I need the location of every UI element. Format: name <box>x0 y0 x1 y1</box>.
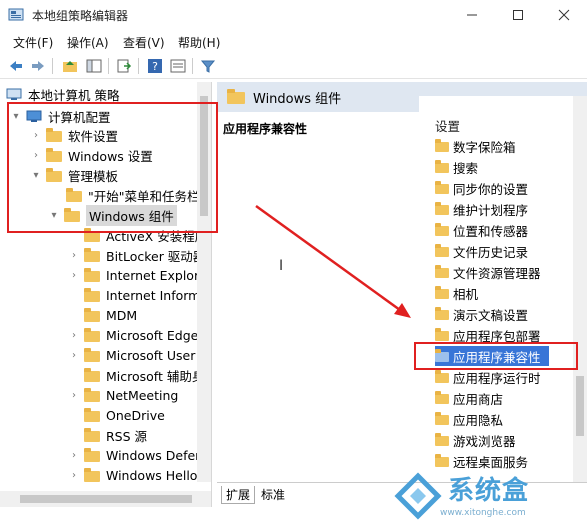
annotation-arrow <box>255 204 411 318</box>
watermark-emblem-icon <box>394 472 442 520</box>
watermark-logo: 系统盒 www.xitonghe.com <box>392 468 587 524</box>
watermark-name: 系统盒 <box>448 476 530 506</box>
watermark-url: www.xitonghe.com <box>440 508 526 518</box>
group-policy-editor-window: 本地组策略编辑器 文件(F) 操作(A) 查看(V) 帮助(H) ? 本地计算机… <box>0 0 587 524</box>
